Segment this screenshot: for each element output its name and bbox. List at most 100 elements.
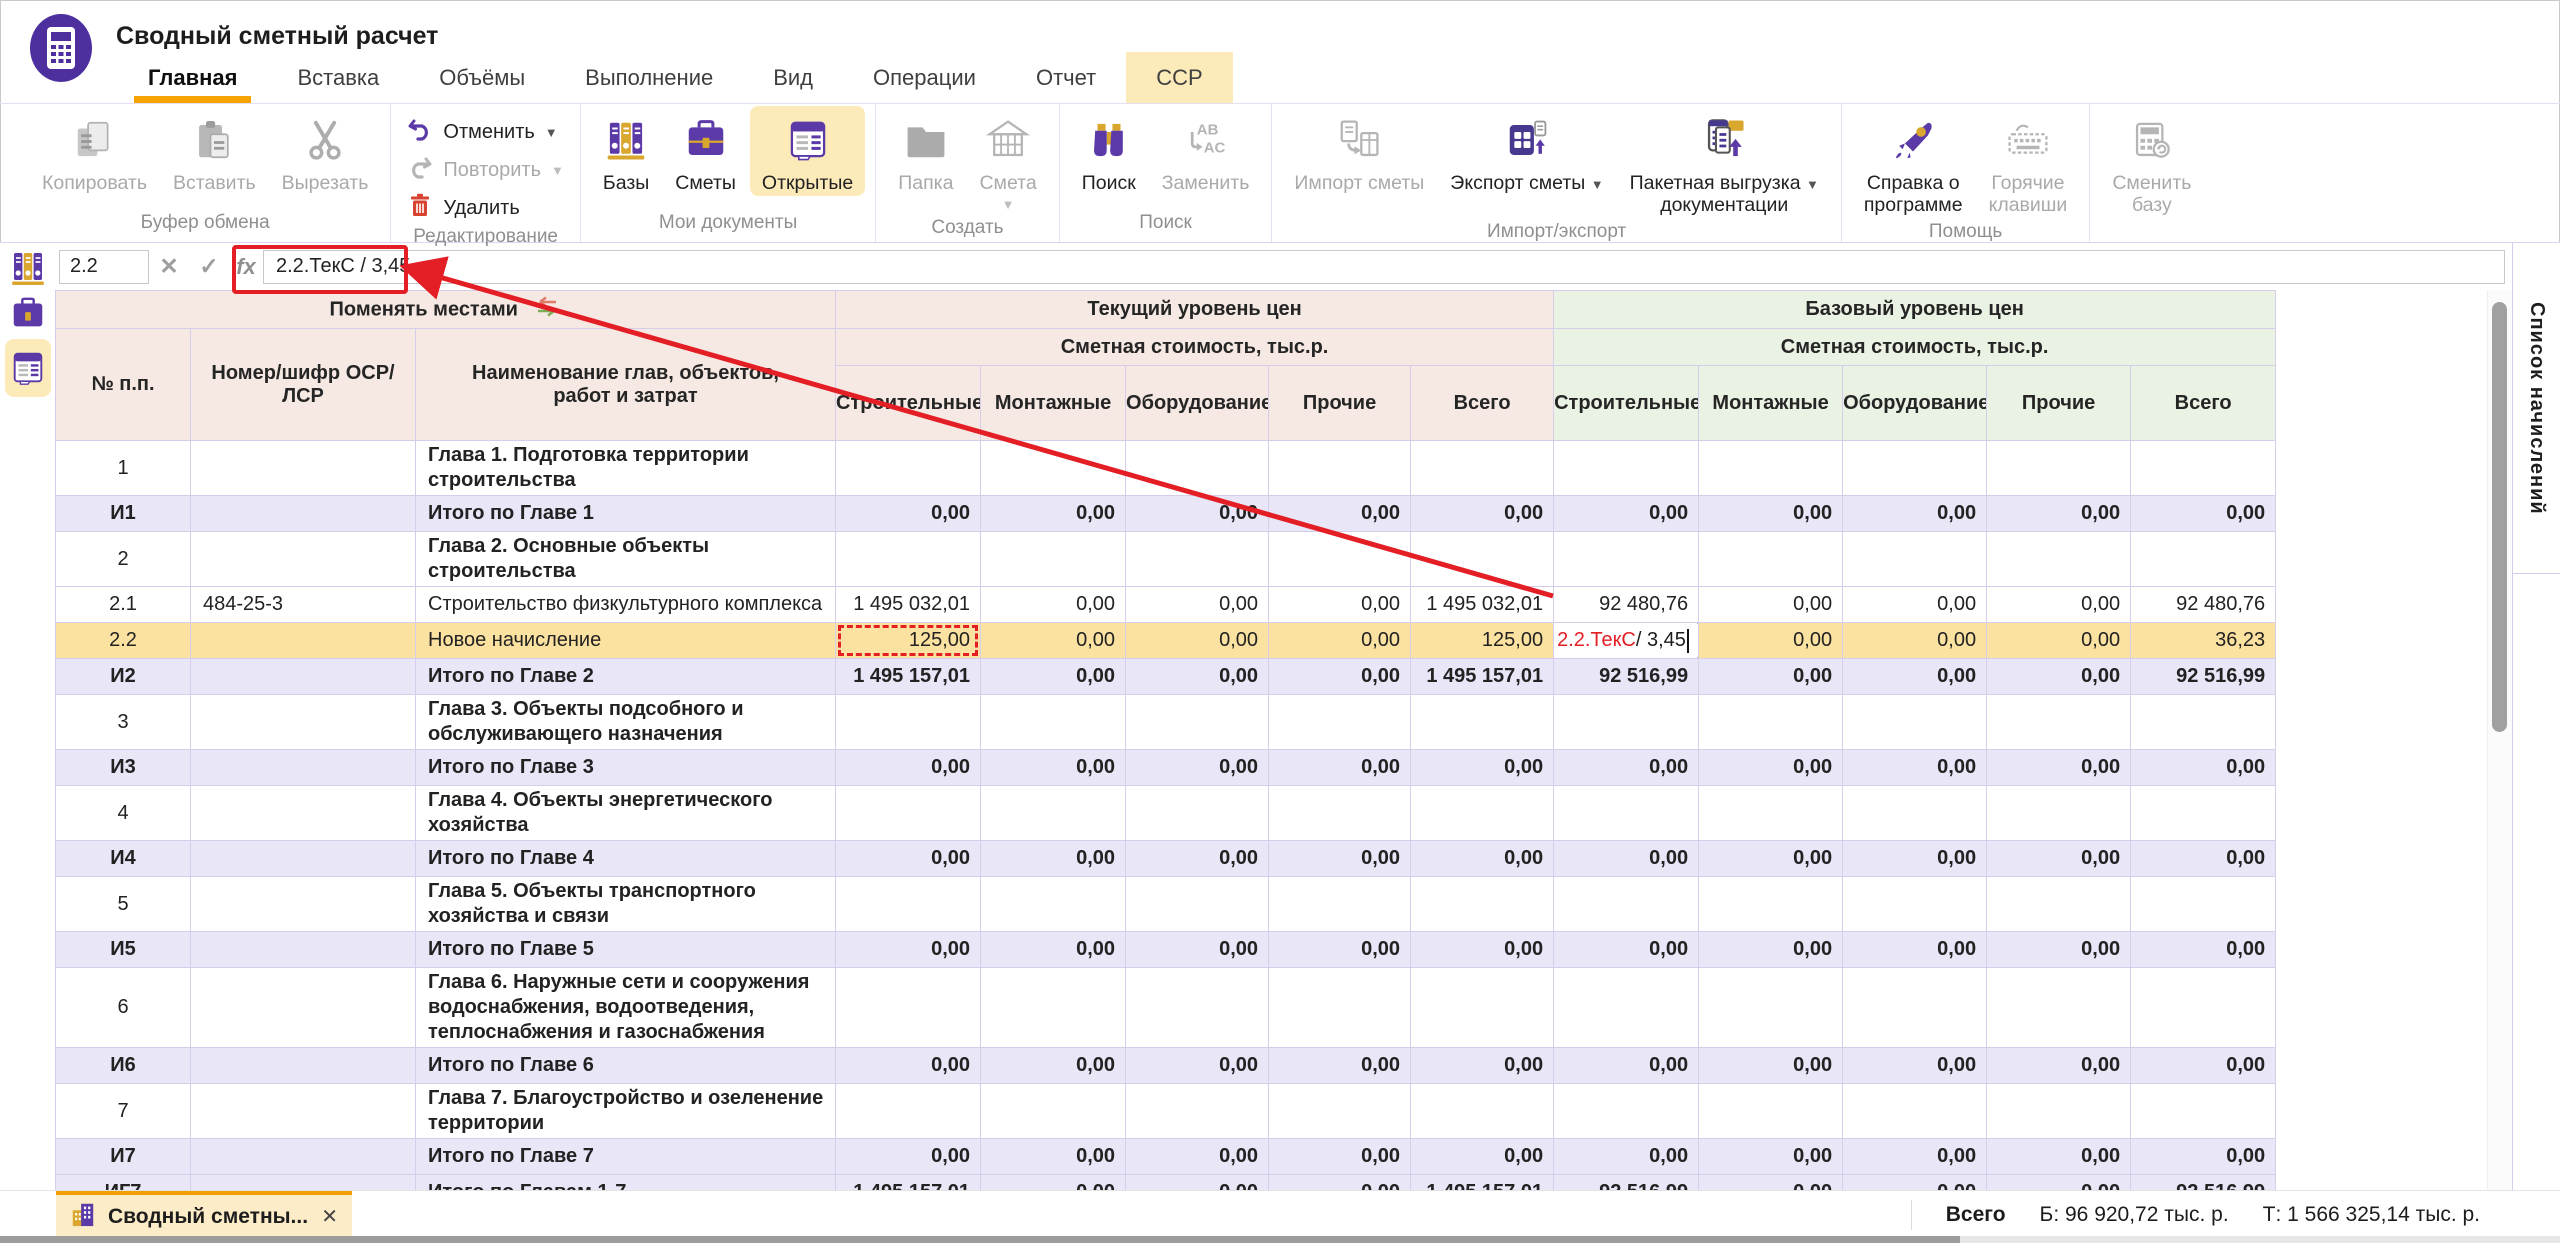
col-header-installation-base[interactable]: Монтажные xyxy=(1699,366,1843,441)
current-value-cell[interactable]: 0,00 xyxy=(1126,659,1269,695)
current-value-cell[interactable]: 0,00 xyxy=(1411,932,1554,968)
col-header-equipment-current[interactable]: Оборудование xyxy=(1126,366,1269,441)
row-number-cell[interactable]: И5 xyxy=(56,932,191,968)
current-value-cell[interactable]: 0,00 xyxy=(1126,1139,1269,1175)
current-value-cell[interactable] xyxy=(1269,1084,1411,1139)
current-value-cell[interactable] xyxy=(836,441,981,496)
col-header-total-base[interactable]: Всего xyxy=(2131,366,2276,441)
redo-button[interactable]: Повторить ▼ xyxy=(407,154,564,186)
import-estimate-button[interactable]: Импорт сметы xyxy=(1282,106,1436,196)
col-header-name[interactable]: Наименование глав, объектов,работ и затр… xyxy=(416,329,836,441)
base-value-cell[interactable] xyxy=(1554,441,1699,496)
current-value-cell[interactable]: 1 495 157,01 xyxy=(1411,1175,1554,1191)
row-number-cell[interactable]: 3 xyxy=(56,695,191,750)
opened-button[interactable]: Открытые xyxy=(750,106,865,196)
row-number-cell[interactable]: 7 xyxy=(56,1084,191,1139)
current-value-cell[interactable]: 0,00 xyxy=(1126,1048,1269,1084)
search-button[interactable]: Поиск xyxy=(1070,106,1148,196)
col-header-num[interactable]: № п.п. xyxy=(56,329,191,441)
base-value-cell[interactable]: 0,00 xyxy=(1699,659,1843,695)
base-value-cell[interactable]: 0,00 xyxy=(1699,496,1843,532)
document-tab[interactable]: Сводный сметны... ✕ xyxy=(56,1191,352,1238)
base-value-cell[interactable] xyxy=(1843,968,1987,1048)
current-value-cell[interactable] xyxy=(836,968,981,1048)
col-header-other-current[interactable]: Прочие xyxy=(1269,366,1411,441)
current-value-cell[interactable]: 0,00 xyxy=(1269,1175,1411,1191)
row-code-cell[interactable] xyxy=(191,786,416,841)
estimates-button[interactable]: Сметы xyxy=(663,106,748,196)
about-button[interactable]: Справка опрограмме xyxy=(1852,106,1975,219)
tab-vstavka[interactable]: Вставка xyxy=(267,52,409,103)
hotkeys-button[interactable]: Горячиеклавиши xyxy=(1977,106,2080,219)
current-value-cell[interactable]: 0,00 xyxy=(1411,1048,1554,1084)
current-value-cell[interactable]: 0,00 xyxy=(1269,750,1411,786)
base-value-cell[interactable] xyxy=(1699,532,1843,587)
current-value-cell[interactable]: 1 495 157,01 xyxy=(836,659,981,695)
row-number-cell[interactable]: И1 xyxy=(56,496,191,532)
current-value-cell[interactable]: 0,00 xyxy=(836,1139,981,1175)
base-value-cell[interactable]: 2.2.ТекС / 3,45 xyxy=(1554,623,1699,659)
horizontal-scrollbar[interactable] xyxy=(0,1236,2560,1243)
base-value-cell[interactable]: 92 480,76 xyxy=(1554,587,1699,623)
base-value-cell[interactable]: 0,00 xyxy=(1987,841,2131,877)
current-value-cell[interactable] xyxy=(1126,1084,1269,1139)
base-value-cell[interactable]: 92 480,76 xyxy=(2131,587,2276,623)
base-value-cell[interactable]: 0,00 xyxy=(1987,1139,2131,1175)
base-value-cell[interactable]: 0,00 xyxy=(1699,587,1843,623)
base-value-cell[interactable] xyxy=(1987,1084,2131,1139)
current-value-cell[interactable] xyxy=(1411,441,1554,496)
current-value-cell[interactable]: 0,00 xyxy=(1126,932,1269,968)
base-value-cell[interactable]: 0,00 xyxy=(1987,1175,2131,1191)
base-value-cell[interactable] xyxy=(1987,968,2131,1048)
base-value-cell[interactable] xyxy=(1843,532,1987,587)
accruals-list-tab[interactable]: Список начислений xyxy=(2513,243,2560,574)
current-value-cell[interactable] xyxy=(1411,532,1554,587)
row-name-cell[interactable]: Итого по Главе 4 xyxy=(416,841,836,877)
base-value-cell[interactable] xyxy=(1699,877,1843,932)
current-value-cell[interactable]: 125,00 xyxy=(836,623,981,659)
current-value-cell[interactable] xyxy=(981,968,1126,1048)
current-value-cell[interactable] xyxy=(1411,786,1554,841)
row-name-cell[interactable]: Глава 7. Благоустройство и озеленение те… xyxy=(416,1084,836,1139)
current-value-cell[interactable] xyxy=(1269,532,1411,587)
tab-operacii[interactable]: Операции xyxy=(843,52,1006,103)
row-code-cell[interactable] xyxy=(191,441,416,496)
base-value-cell[interactable]: 0,00 xyxy=(2131,1139,2276,1175)
base-value-cell[interactable] xyxy=(1699,695,1843,750)
current-value-cell[interactable] xyxy=(981,877,1126,932)
tab-glavnaya[interactable]: Главная xyxy=(118,52,267,103)
current-value-cell[interactable] xyxy=(1126,695,1269,750)
replace-button[interactable]: ABAC Заменить xyxy=(1150,106,1262,196)
base-value-cell[interactable] xyxy=(1699,968,1843,1048)
row-number-cell[interactable]: 2.2 xyxy=(56,623,191,659)
base-value-cell[interactable]: 0,00 xyxy=(1843,1048,1987,1084)
current-value-cell[interactable] xyxy=(1411,968,1554,1048)
current-value-cell[interactable]: 125,00 xyxy=(1411,623,1554,659)
row-code-cell[interactable] xyxy=(191,623,416,659)
row-name-cell[interactable]: Итого по Главе 3 xyxy=(416,750,836,786)
base-value-cell[interactable] xyxy=(1554,695,1699,750)
base-value-cell[interactable]: 0,00 xyxy=(1843,1139,1987,1175)
row-code-cell[interactable] xyxy=(191,841,416,877)
paste-button[interactable]: Вставить xyxy=(161,106,268,196)
base-value-cell[interactable]: 0,00 xyxy=(1554,841,1699,877)
current-value-cell[interactable]: 0,00 xyxy=(1269,587,1411,623)
current-value-cell[interactable] xyxy=(1411,695,1554,750)
row-name-cell[interactable]: Глава 4. Объекты энергетического хозяйст… xyxy=(416,786,836,841)
base-value-cell[interactable] xyxy=(2131,786,2276,841)
base-value-cell[interactable]: 92 516,99 xyxy=(1554,1175,1699,1191)
base-value-cell[interactable] xyxy=(1843,1084,1987,1139)
current-value-cell[interactable] xyxy=(1411,877,1554,932)
current-value-cell[interactable]: 1 495 032,01 xyxy=(1411,587,1554,623)
base-value-cell[interactable]: 0,00 xyxy=(1699,1048,1843,1084)
current-value-cell[interactable] xyxy=(981,532,1126,587)
base-value-cell[interactable]: 92 516,99 xyxy=(2131,659,2276,695)
base-value-cell[interactable] xyxy=(2131,532,2276,587)
undo-button[interactable]: Отменить ▼ xyxy=(407,116,557,148)
col-header-code[interactable]: Номер/шифр ОСР/ЛСР xyxy=(191,329,416,441)
base-value-cell[interactable]: 0,00 xyxy=(2131,496,2276,532)
estimate-create-button[interactable]: Смета ▼ xyxy=(967,106,1048,215)
base-value-cell[interactable]: 0,00 xyxy=(1554,932,1699,968)
base-value-cell[interactable] xyxy=(1987,532,2131,587)
current-value-cell[interactable]: 0,00 xyxy=(1269,1139,1411,1175)
